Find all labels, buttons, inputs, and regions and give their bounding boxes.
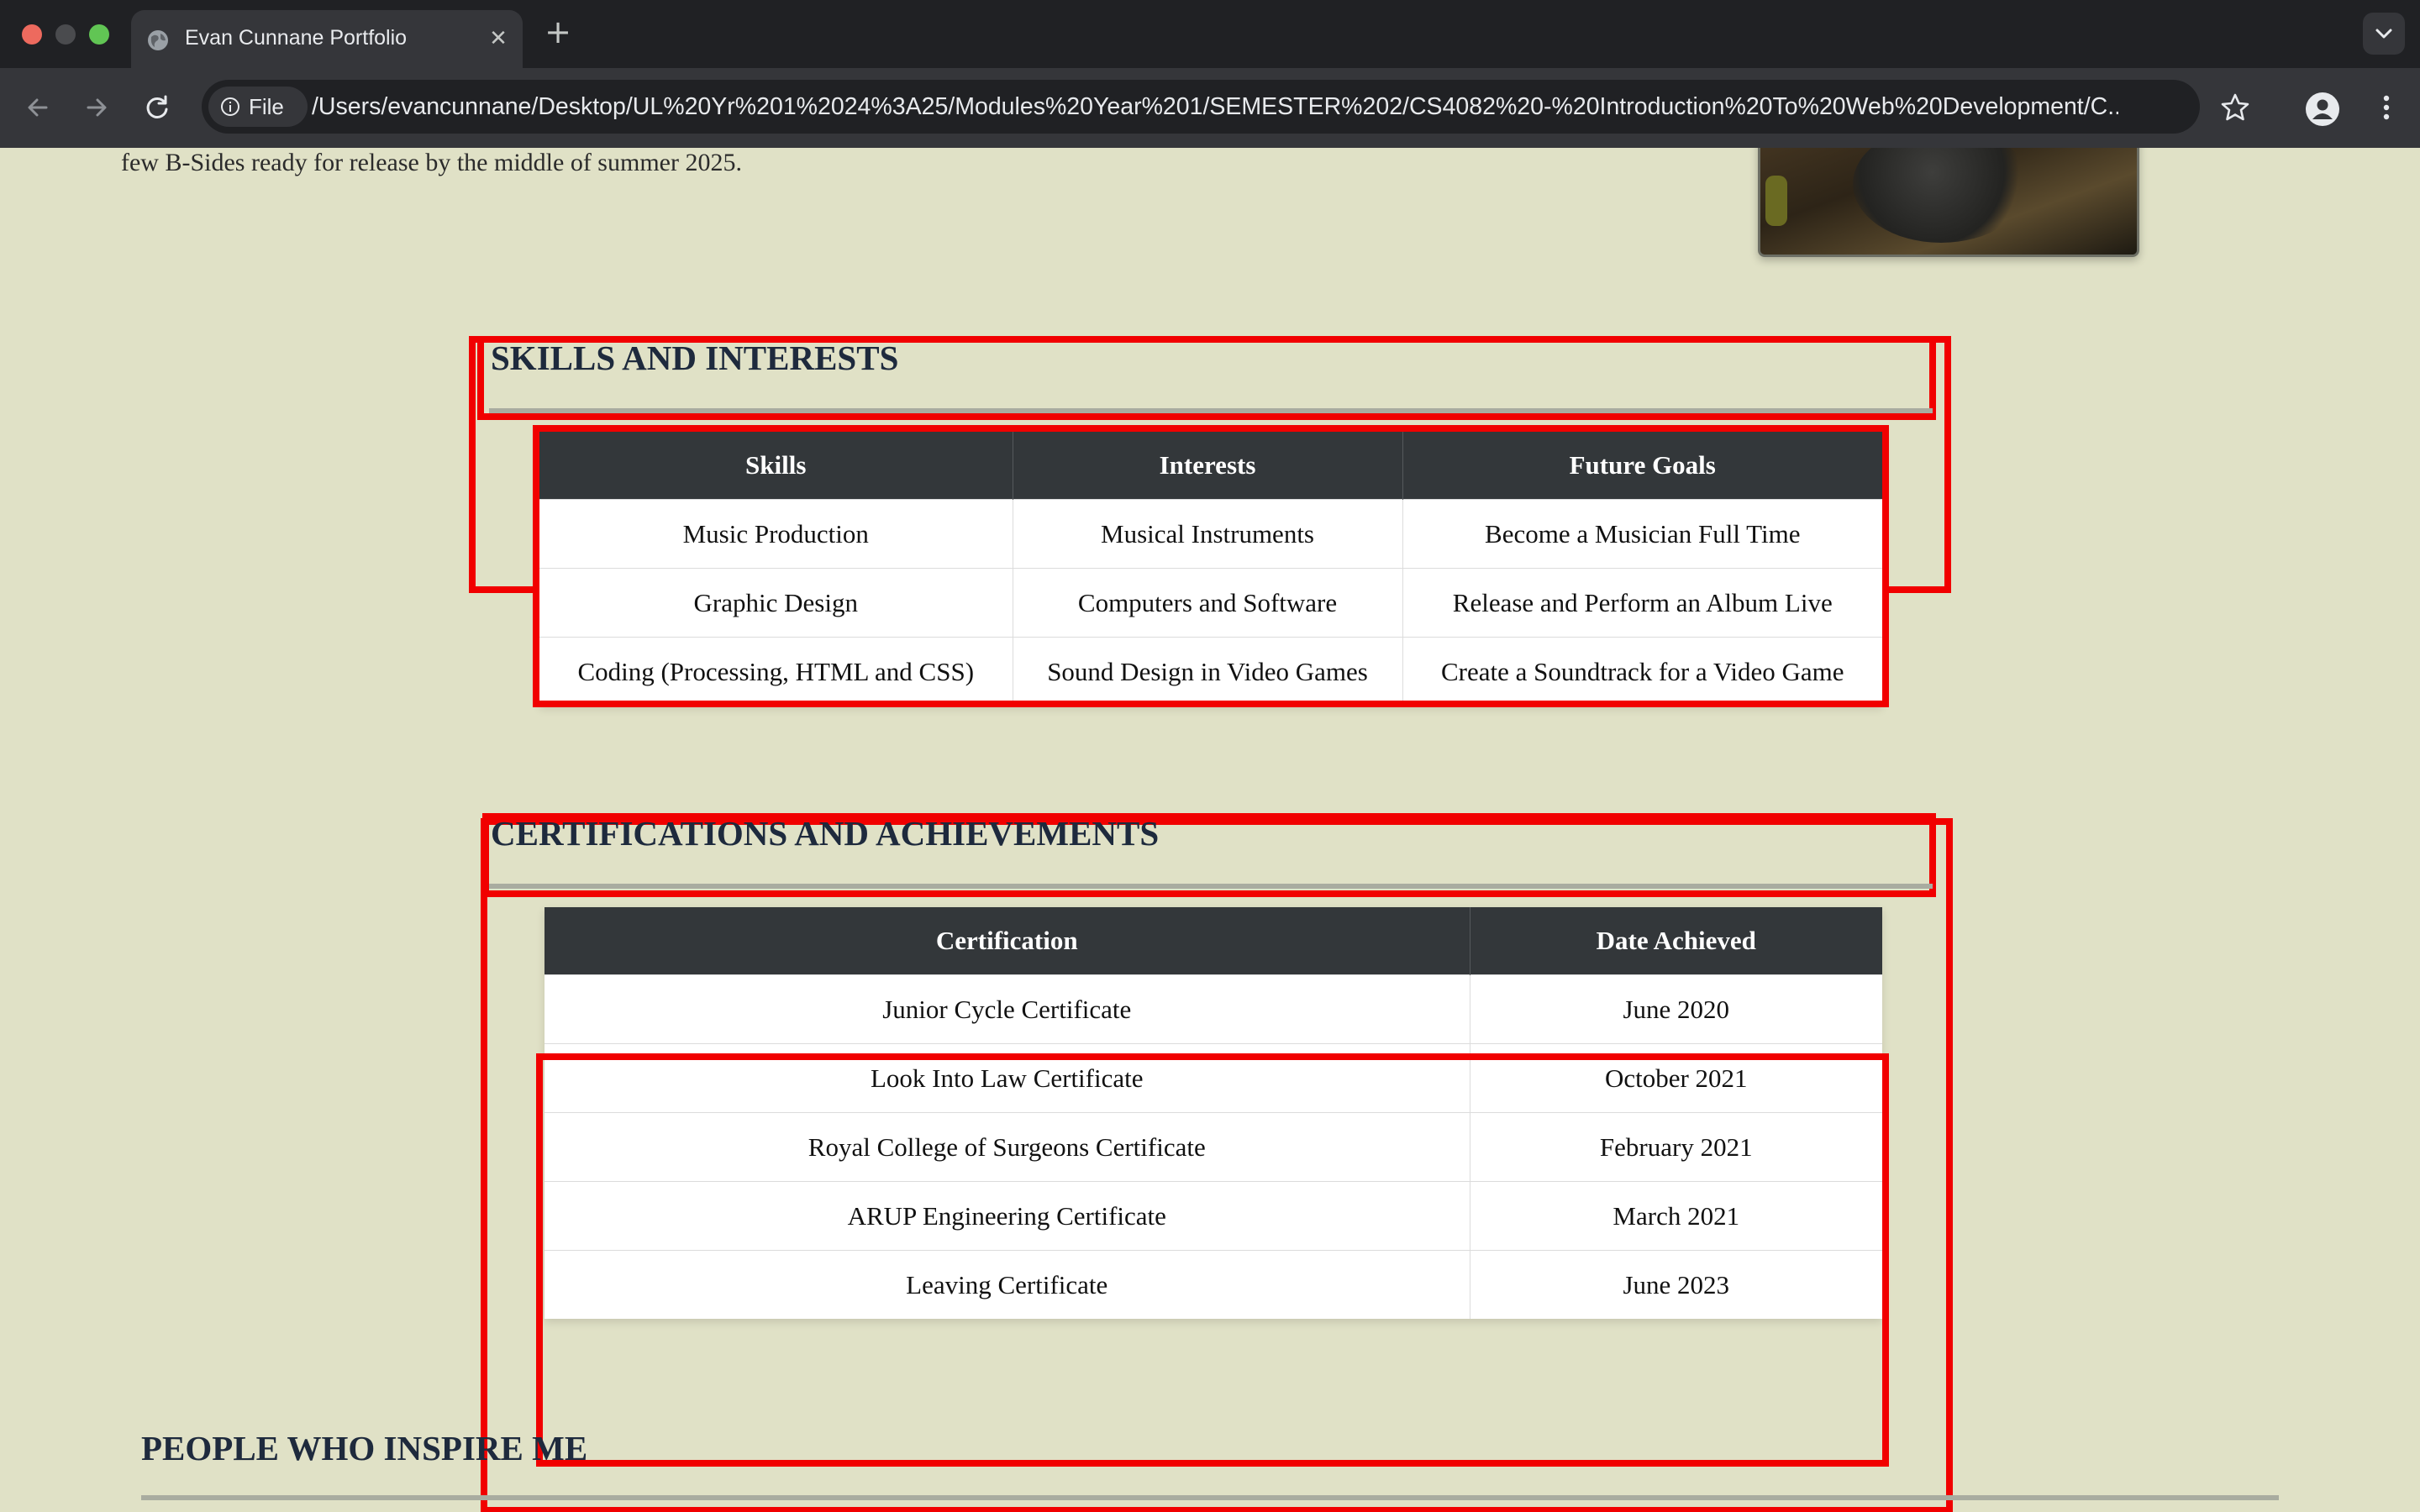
tab-title: Evan Cunnane Portfolio bbox=[185, 26, 408, 50]
profile-photo bbox=[1758, 148, 2139, 257]
table-cell: Junior Cycle Certificate bbox=[544, 974, 1470, 1044]
page-content: few B-Sides ready for release by the mid… bbox=[0, 148, 2420, 1512]
minimize-window-button[interactable] bbox=[55, 24, 76, 45]
reload-icon[interactable] bbox=[138, 88, 176, 127]
close-tab-icon[interactable]: ✕ bbox=[484, 24, 513, 53]
browser-tab-bar: Evan Cunnane Portfolio ✕ + bbox=[0, 0, 2420, 68]
tab-search-button[interactable] bbox=[2363, 13, 2405, 55]
address-bar[interactable]: File /Users/evancunnane/Desktop/UL%20Yr%… bbox=[202, 80, 2200, 134]
column-header-certification: Certification bbox=[544, 907, 1470, 975]
browser-toolbar: File /Users/evancunnane/Desktop/UL%20Yr%… bbox=[0, 68, 2420, 148]
bookmark-star-icon[interactable] bbox=[2218, 91, 2252, 124]
globe-icon bbox=[148, 30, 168, 50]
table-cell: June 2020 bbox=[1469, 974, 1882, 1044]
profile-avatar-icon[interactable] bbox=[2306, 92, 2339, 126]
info-icon bbox=[221, 97, 239, 116]
forward-arrow-icon[interactable] bbox=[77, 88, 116, 127]
certs-section-title: CERTIFICATIONS AND ACHIEVEMENTS bbox=[491, 814, 1160, 853]
inspire-heading-divider bbox=[141, 1495, 2279, 1500]
skills-section-title: SKILLS AND INTERESTS bbox=[491, 339, 899, 377]
maximize-window-button[interactable] bbox=[89, 24, 109, 45]
more-menu-icon[interactable] bbox=[2370, 91, 2403, 124]
new-tab-icon[interactable]: + bbox=[541, 15, 575, 49]
certs-table-highlight bbox=[536, 1053, 1889, 1467]
certs-heading-divider bbox=[489, 884, 1933, 889]
close-window-button[interactable] bbox=[22, 24, 42, 45]
site-info-chip[interactable]: File bbox=[208, 87, 308, 127]
chevron-down-icon bbox=[2375, 29, 2392, 39]
intro-paragraph-tail: few B-Sides ready for release by the mid… bbox=[121, 149, 742, 176]
table-row: Junior Cycle Certificate June 2020 bbox=[544, 974, 1882, 1044]
inspire-section-title: PEOPLE WHO INSPIRE ME bbox=[141, 1429, 588, 1467]
back-arrow-icon[interactable] bbox=[18, 88, 57, 127]
table-header-row: Certification Date Achieved bbox=[544, 907, 1882, 975]
browser-tab[interactable]: Evan Cunnane Portfolio ✕ bbox=[131, 10, 523, 68]
skills-table-highlight bbox=[533, 425, 1889, 707]
column-header-date-achieved: Date Achieved bbox=[1469, 907, 1882, 975]
url-text[interactable]: /Users/evancunnane/Desktop/UL%20Yr%201%2… bbox=[312, 80, 2118, 134]
skills-heading-divider bbox=[489, 408, 1933, 413]
site-chip-label: File bbox=[249, 94, 284, 119]
